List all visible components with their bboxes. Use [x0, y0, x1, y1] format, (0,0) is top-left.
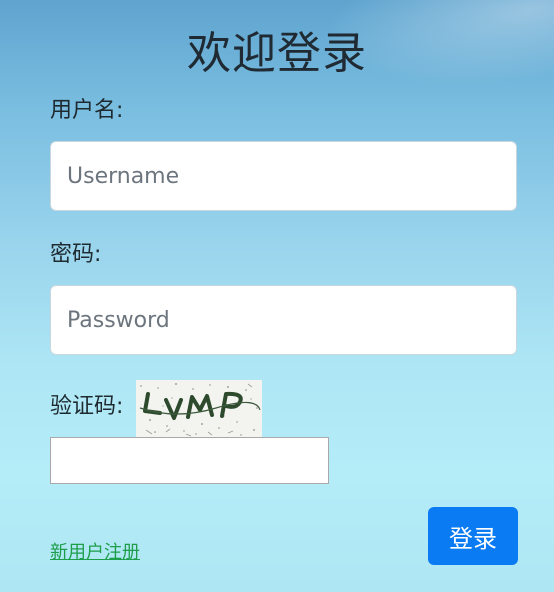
- captcha-input[interactable]: [50, 437, 329, 484]
- username-label: 用户名:: [50, 98, 124, 123]
- password-input[interactable]: [50, 285, 517, 355]
- login-button[interactable]: 登录: [428, 507, 518, 565]
- username-input[interactable]: [50, 141, 517, 211]
- captcha-image[interactable]: [136, 380, 262, 438]
- register-link[interactable]: 新用户注册: [50, 540, 140, 566]
- password-label: 密码:: [50, 242, 102, 267]
- captcha-label: 验证码:: [50, 394, 124, 419]
- captcha-noise-graphic: [136, 380, 262, 438]
- page-title: 欢迎登录: [187, 28, 367, 79]
